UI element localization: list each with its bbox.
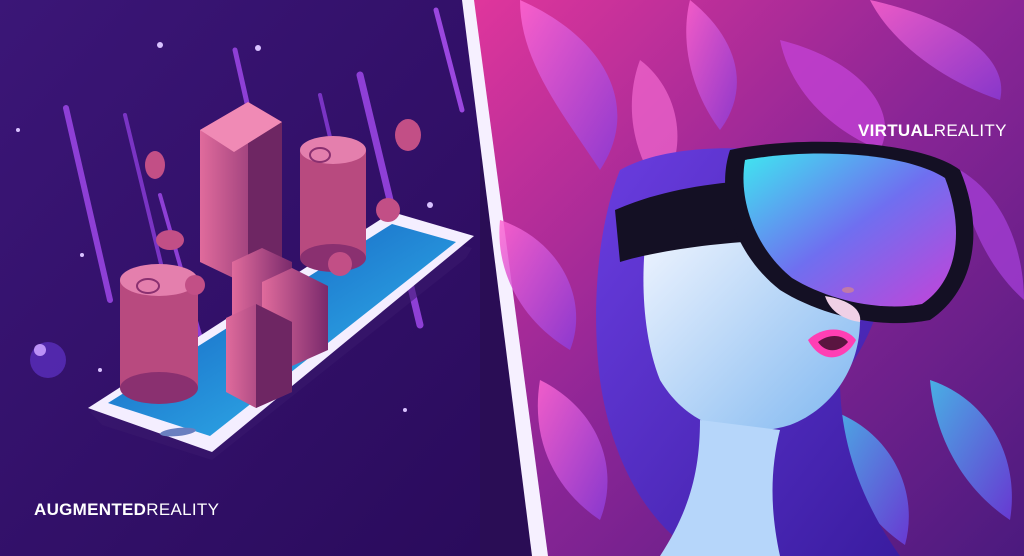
augmented-reality-word: REALITY xyxy=(146,500,220,519)
augmented-word: AUGMENTED xyxy=(34,500,147,519)
illustration: AUGMENTEDREALITY VIRTUALREALITY xyxy=(0,0,1024,556)
virtual-reality-word: REALITY xyxy=(933,121,1007,140)
virtual-reality-caption: VIRTUALREALITY xyxy=(858,121,1007,141)
ar-vr-artwork xyxy=(0,0,1024,556)
virtual-word: VIRTUAL xyxy=(858,121,934,140)
augmented-reality-caption: AUGMENTEDREALITY xyxy=(34,500,219,520)
